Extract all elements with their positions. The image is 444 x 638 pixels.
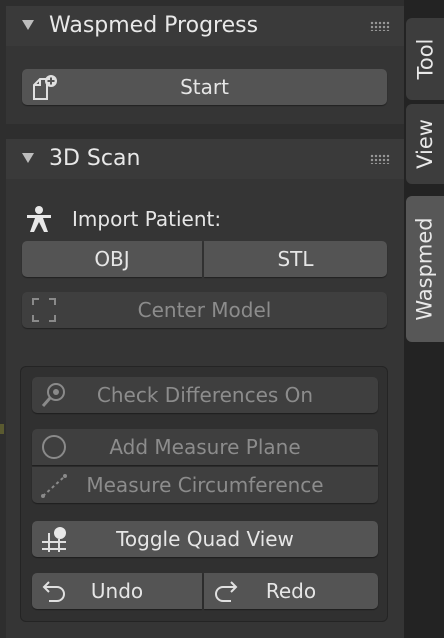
check-differences-label: Check Differences On — [96, 383, 314, 407]
check-differences-button[interactable]: Check Differences On — [32, 377, 378, 413]
import-patient-label: Import Patient: — [72, 207, 222, 231]
scan-panel-title: 3D Scan — [49, 146, 141, 171]
tab-tool-label: Tool — [413, 38, 438, 80]
frame-corners-icon — [32, 298, 56, 322]
obj-label: OBJ — [94, 247, 130, 271]
undo-label: Undo — [90, 579, 144, 603]
viewport-edge — [0, 424, 4, 434]
toggle-quad-view-label: Toggle Quad View — [116, 527, 294, 551]
drag-grip-icon[interactable] — [370, 154, 390, 164]
collapse-triangle-icon[interactable] — [22, 20, 34, 30]
grid-icon — [42, 527, 66, 552]
tab-waspmed[interactable]: Waspmed — [406, 196, 444, 342]
add-measure-plane-label: Add Measure Plane — [109, 435, 301, 459]
person-icon — [27, 206, 51, 232]
dashed-line-icon — [41, 474, 67, 498]
import-obj-button[interactable]: OBJ — [22, 241, 202, 277]
collapse-triangle-icon[interactable] — [22, 153, 34, 163]
stl-label: STL — [277, 247, 314, 271]
tab-tool[interactable]: Tool — [406, 18, 444, 100]
circle-icon — [42, 435, 66, 459]
tab-waspmed-label: Waspmed — [413, 217, 437, 321]
progress-panel-header[interactable]: Waspmed Progress — [6, 6, 404, 46]
toggle-quad-view-button[interactable]: Toggle Quad View — [32, 521, 378, 557]
redo-button[interactable]: Redo — [204, 573, 378, 609]
add-measure-plane-button[interactable]: Add Measure Plane — [32, 429, 378, 465]
measure-circumference-button[interactable]: Measure Circumference — [32, 467, 378, 503]
tab-view[interactable]: View — [406, 104, 444, 184]
magnifier-icon — [41, 383, 65, 407]
sidebar-panel-area: Waspmed Progress Start 3D Scan Import Pa… — [0, 0, 404, 638]
undo-arrow-icon — [42, 581, 65, 602]
center-model-button[interactable]: Center Model — [22, 292, 387, 328]
start-button-label: Start — [180, 75, 229, 99]
redo-arrow-icon — [215, 581, 238, 602]
new-file-icon — [33, 75, 57, 100]
redo-label: Redo — [265, 579, 317, 603]
sidebar-tabs: Tool View Waspmed — [404, 0, 444, 638]
scan-panel-header[interactable]: 3D Scan — [6, 139, 404, 179]
import-stl-button[interactable]: STL — [204, 241, 387, 277]
undo-button[interactable]: Undo — [32, 573, 202, 609]
start-button[interactable]: Start — [22, 69, 387, 105]
progress-panel-title: Waspmed Progress — [49, 13, 259, 38]
center-model-label: Center Model — [137, 298, 272, 322]
measure-circumference-label: Measure Circumference — [86, 473, 324, 497]
drag-grip-icon[interactable] — [370, 21, 390, 31]
tab-view-label: View — [413, 119, 437, 169]
